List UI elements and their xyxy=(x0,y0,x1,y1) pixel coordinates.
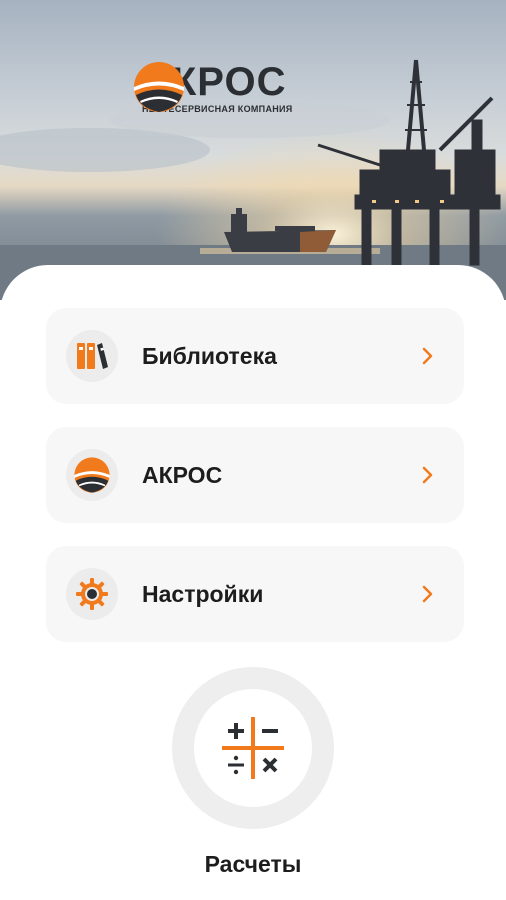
calculations-label: Расчеты xyxy=(204,851,302,877)
calculations-button-inner xyxy=(194,689,312,807)
chevron-right-icon xyxy=(418,465,438,485)
akros-logo: АКРОС НЕФТЕСЕРВИСНАЯ КОМПАНИЯ xyxy=(132,60,293,116)
menu-item-settings[interactable]: Настройки xyxy=(46,546,464,642)
oil-platform-image xyxy=(0,0,506,300)
gear-icon xyxy=(66,568,118,620)
calculator-icon xyxy=(222,717,284,779)
hero-banner: АКРОС НЕФТЕСЕРВИСНАЯ КОМПАНИЯ xyxy=(0,0,506,300)
chevron-right-icon xyxy=(418,584,438,604)
menu-item-akros-label: АКРОС xyxy=(142,461,223,488)
menu-item-library[interactable]: Библиотека xyxy=(46,308,464,404)
akros-logo-icon xyxy=(66,449,118,501)
menu-item-library-label: Библиотека xyxy=(142,342,277,369)
akros-logo-icon xyxy=(134,62,184,112)
library-books-icon xyxy=(66,330,118,382)
chevron-right-icon xyxy=(418,346,438,366)
menu-item-akros[interactable]: АКРОС xyxy=(46,427,464,523)
menu-item-settings-label: Настройки xyxy=(142,580,264,607)
calculations-button[interactable] xyxy=(172,667,334,829)
